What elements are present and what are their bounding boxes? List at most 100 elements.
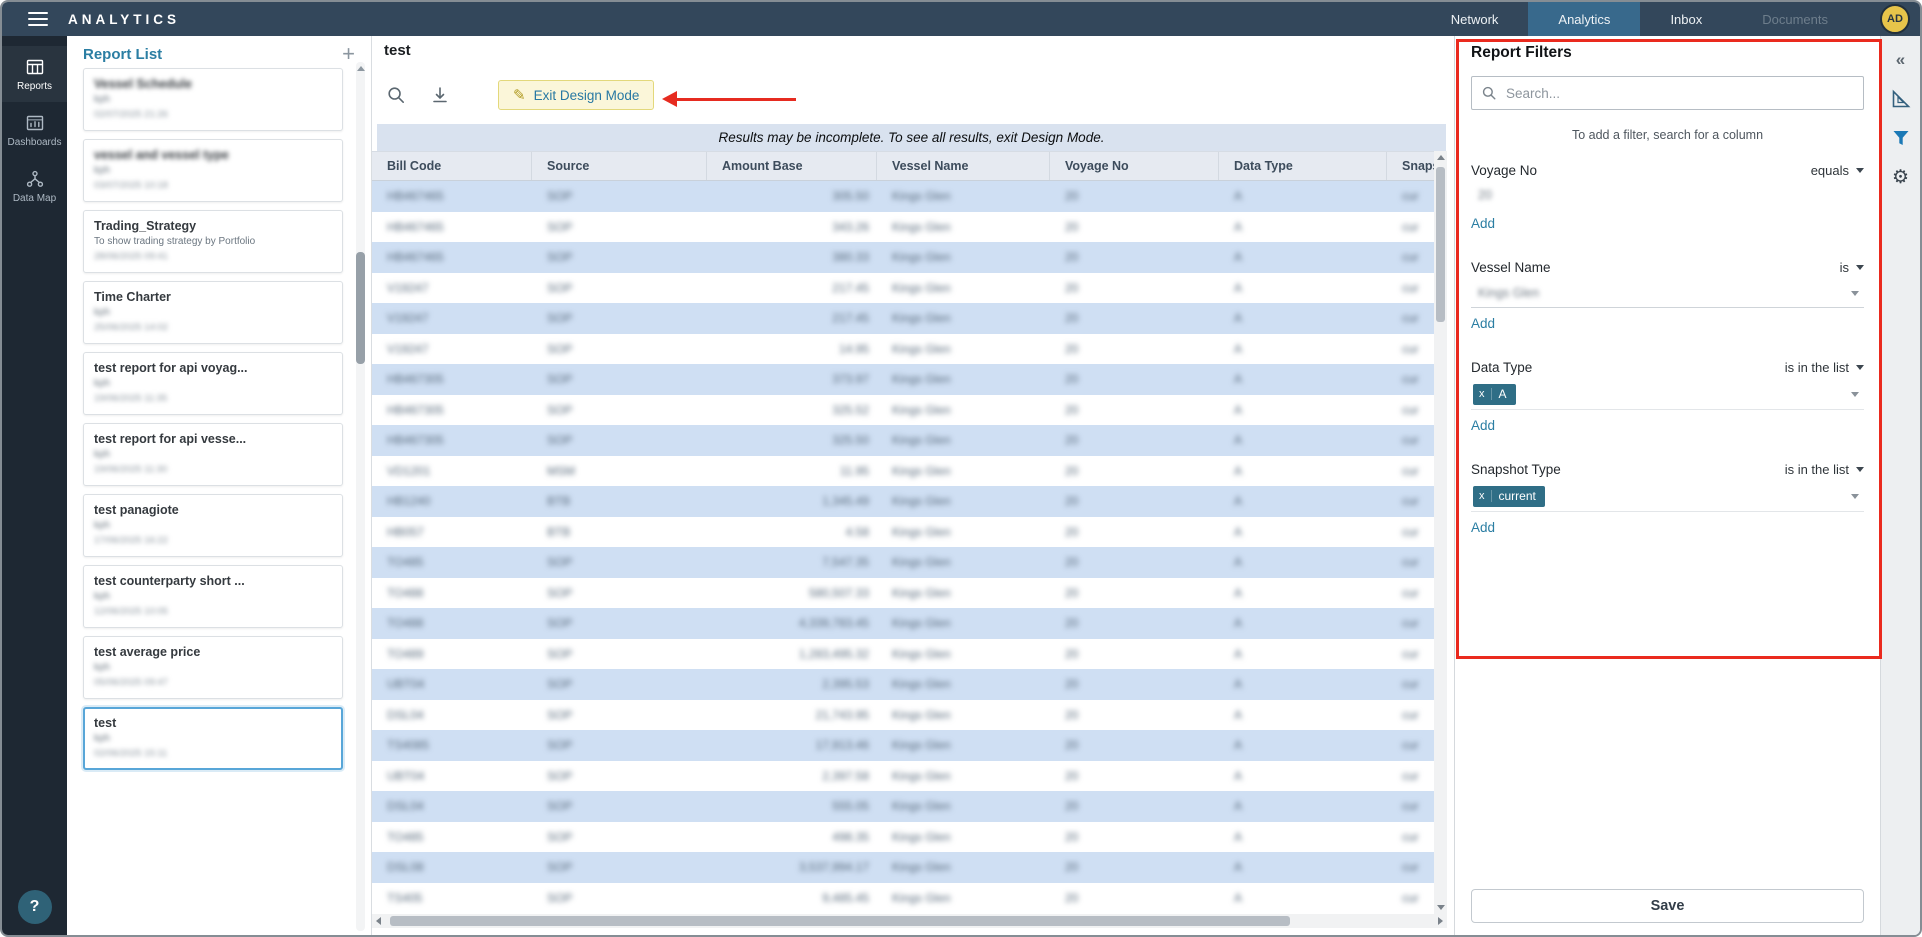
- table-row[interactable]: HB467465SOP343.26Kings Glen20Acur: [372, 212, 1434, 243]
- report-card[interactable]: test report for api vesse...kph19/06/202…: [83, 423, 343, 486]
- chip-remove-icon[interactable]: x: [1473, 388, 1492, 400]
- filter-operator-dropdown[interactable]: equals: [1811, 163, 1864, 178]
- filter-search-input[interactable]: [1504, 85, 1854, 102]
- table-row[interactable]: TO488SOP4,339,783.45Kings Glen20Acur: [372, 608, 1434, 639]
- collapse-panel-icon[interactable]: «: [1889, 48, 1913, 72]
- download-icon[interactable]: [430, 85, 450, 105]
- table-row[interactable]: DSL04SOP21,743.95Kings Glen20Acur: [372, 700, 1434, 731]
- table-row[interactable]: V19247SOP14.95Kings Glen20Acur: [372, 334, 1434, 365]
- filter-operator-dropdown[interactable]: is in the list: [1785, 462, 1864, 477]
- filter-operator-dropdown[interactable]: is in the list: [1785, 360, 1864, 375]
- report-card[interactable]: Trading_StrategyTo show trading strategy…: [83, 210, 343, 273]
- save-button[interactable]: Save: [1471, 889, 1864, 923]
- scroll-right-icon[interactable]: [1438, 917, 1443, 925]
- report-card[interactable]: test counterparty short ...kph12/06/2025…: [83, 565, 343, 628]
- table-row[interactable]: HB467305SOP373.97Kings Glen20Acur: [372, 364, 1434, 395]
- report-card[interactable]: test report for api voyag...kph19/06/202…: [83, 352, 343, 415]
- table-row[interactable]: HB1240BTB1,345.49Kings Glen20Acur: [372, 486, 1434, 517]
- filter-value-input[interactable]: 20: [1471, 182, 1864, 208]
- table-row[interactable]: HB467465SOP380.33Kings Glen20Acur: [372, 242, 1434, 273]
- add-filter-value-link[interactable]: Add: [1471, 216, 1495, 231]
- table-cell: Kings Glen: [877, 212, 1050, 243]
- filter-operator-dropdown[interactable]: is: [1840, 260, 1864, 275]
- table-row[interactable]: UBT04SOP2,397.58Kings Glen20Acur: [372, 761, 1434, 792]
- table-row[interactable]: TO488SOP580,507.33Kings Glen20Acur: [372, 578, 1434, 609]
- table-row[interactable]: HB467305SOP325.50Kings Glen20Acur: [372, 425, 1434, 456]
- sidebar-item-dashboards[interactable]: Dashboards: [2, 102, 67, 158]
- table-row[interactable]: HB467305SOP325.52Kings Glen20Acur: [372, 395, 1434, 426]
- chip-remove-icon[interactable]: x: [1473, 490, 1492, 502]
- column-header-snapshot-type[interactable]: Snapshot Type: [1387, 152, 1434, 180]
- scroll-up-icon[interactable]: [1437, 155, 1445, 160]
- table-row[interactable]: DSL04SOP555.05Kings Glen20Acur: [372, 791, 1434, 822]
- table-row[interactable]: TO485SOP7,547.35Kings Glen20Acur: [372, 547, 1434, 578]
- table-cell: 20: [1050, 852, 1219, 883]
- scroll-down-icon[interactable]: [1437, 905, 1445, 910]
- filter-value-chips[interactable]: xA: [1471, 379, 1864, 410]
- table-row[interactable]: HB057BTB4.58Kings Glen20Acur: [372, 517, 1434, 548]
- report-list-scrollbar[interactable]: [356, 62, 365, 931]
- filter-icon[interactable]: [1889, 126, 1913, 150]
- report-card-selected[interactable]: testkph02/06/2025 15:11: [83, 707, 343, 770]
- table-row[interactable]: TS405SOP9,485.45Kings Glen20Acur: [372, 883, 1434, 914]
- table-cell: HB467465: [372, 242, 532, 273]
- report-card[interactable]: test average pricekph05/06/2025 09:47: [83, 636, 343, 699]
- report-card[interactable]: Vessel Schedulekph02/07/2025 21:26: [83, 68, 343, 131]
- table-row[interactable]: V19247SOP217.45Kings Glen20Acur: [372, 273, 1434, 304]
- horizontal-scrollbar[interactable]: [372, 914, 1447, 928]
- exit-design-mode-button[interactable]: ✎ Exit Design Mode: [498, 80, 654, 110]
- menu-icon[interactable]: [28, 12, 48, 26]
- vertical-scrollbar[interactable]: [1434, 151, 1447, 914]
- report-card-subtitle: kph: [94, 94, 332, 105]
- report-card[interactable]: vessel and vessel typekph03/07/2025 10:1…: [83, 139, 343, 202]
- table-row[interactable]: TS4085SOP17,913.46Kings Glen20Acur: [372, 730, 1434, 761]
- column-header-voyage-no[interactable]: Voyage No: [1050, 152, 1219, 180]
- column-header-amount-base[interactable]: Amount Base: [707, 152, 877, 180]
- add-report-button[interactable]: +: [342, 44, 355, 64]
- filter-value-chips[interactable]: xcurrent: [1471, 481, 1864, 512]
- column-header-source[interactable]: Source: [532, 152, 707, 180]
- add-filter-value-link[interactable]: Add: [1471, 418, 1495, 433]
- table-cell: 20: [1050, 639, 1219, 670]
- table-cell: 305.50: [707, 181, 877, 212]
- add-filter-value-link[interactable]: Add: [1471, 520, 1495, 535]
- column-header-vessel-name[interactable]: Vessel Name: [877, 152, 1050, 180]
- report-list-scroll-thumb[interactable]: [356, 252, 365, 364]
- nav-network[interactable]: Network: [1421, 2, 1529, 36]
- table-row[interactable]: DSL08SOP3,537,994.17Kings Glen20Acur: [372, 852, 1434, 883]
- table-row[interactable]: HB467465SOP305.50Kings Glen20Acur: [372, 181, 1434, 212]
- avatar[interactable]: AD: [1880, 4, 1910, 34]
- nav-analytics[interactable]: Analytics: [1528, 2, 1640, 36]
- left-sidebar: ReportsDashboardsData Map ?: [2, 36, 67, 935]
- nav-documents[interactable]: Documents: [1732, 2, 1858, 36]
- column-header-data-type[interactable]: Data Type: [1219, 152, 1387, 180]
- scroll-up-icon[interactable]: [357, 66, 365, 71]
- table-row[interactable]: TO485SOP498.35Kings Glen20Acur: [372, 822, 1434, 853]
- report-card[interactable]: test panagiotekph17/06/2025 16:22: [83, 494, 343, 557]
- add-filter-value-link[interactable]: Add: [1471, 316, 1495, 331]
- sidebar-item-reports[interactable]: Reports: [2, 46, 67, 102]
- table-row[interactable]: TO489SOP1,283,495.32Kings Glen20Acur: [372, 639, 1434, 670]
- table-cell: 20: [1050, 517, 1219, 548]
- table-cell: 580,507.33: [707, 578, 877, 609]
- scroll-left-icon[interactable]: [376, 917, 381, 925]
- table-cell: SOP: [532, 242, 707, 273]
- table-cell: 20: [1050, 273, 1219, 304]
- filter-value-select[interactable]: Kings Glen: [1471, 279, 1864, 308]
- table-cell: 4.58: [707, 517, 877, 548]
- search-icon[interactable]: [386, 85, 406, 105]
- report-card[interactable]: Time Charterkph25/06/2025 14:02: [83, 281, 343, 344]
- sidebar-item-data-map[interactable]: Data Map: [2, 158, 67, 214]
- table-row[interactable]: UBT04SOP2,395.53Kings Glen20Acur: [372, 669, 1434, 700]
- nav-inbox[interactable]: Inbox: [1640, 2, 1732, 36]
- table-cell: 2,397.58: [707, 761, 877, 792]
- table-row[interactable]: V19247SOP217.45Kings Glen20Acur: [372, 303, 1434, 334]
- horizontal-scroll-thumb[interactable]: [390, 916, 1290, 926]
- column-header-bill-code[interactable]: Bill Code: [372, 152, 532, 180]
- help-button[interactable]: ?: [18, 890, 52, 924]
- vertical-scroll-thumb[interactable]: [1436, 167, 1445, 322]
- design-mode-icon[interactable]: [1889, 87, 1913, 111]
- report-card-title: test panagiote: [94, 503, 332, 517]
- table-row[interactable]: VD1201MSM11.95Kings Glen20Acur: [372, 456, 1434, 487]
- settings-gear-icon[interactable]: ⚙: [1889, 165, 1913, 189]
